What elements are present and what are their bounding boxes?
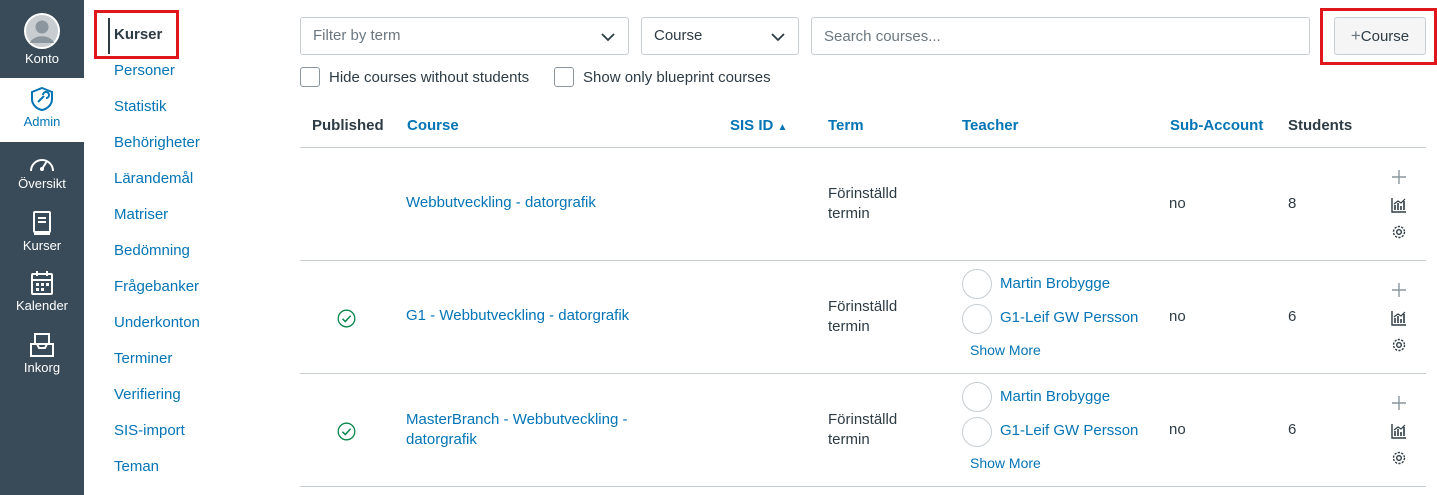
user-avatar-icon <box>24 13 60 49</box>
col-header-course[interactable]: Course <box>407 117 459 134</box>
statistics-icon[interactable] <box>1390 309 1408 327</box>
row-divider <box>300 486 1426 487</box>
show-more-link[interactable]: Show More <box>970 342 1041 358</box>
admin-shield-icon <box>31 86 53 112</box>
col-header-published: Published <box>312 117 384 134</box>
sub-nav-question-banks[interactable]: Frågebanker <box>114 278 199 295</box>
global-nav-dashboard[interactable]: Översikt <box>0 148 84 206</box>
global-nav-courses[interactable]: Kurser <box>0 208 84 266</box>
subaccount-cell: no <box>1169 421 1186 438</box>
teacher-link[interactable]: G1-Leif GW Persson <box>1000 422 1138 439</box>
sub-nav-themes[interactable]: Teman <box>114 458 159 475</box>
sub-nav-people[interactable]: Personer <box>114 62 175 79</box>
avatar[interactable] <box>962 304 992 334</box>
inbox-icon <box>30 333 54 357</box>
students-cell: 6 <box>1288 421 1297 438</box>
sort-ascending-icon: ▲ <box>777 122 788 133</box>
global-nav-label: Kurser <box>22 238 62 253</box>
global-nav-inbox[interactable]: Inkorg <box>0 330 84 390</box>
sub-nav-sis-import[interactable]: SIS-import <box>114 422 185 439</box>
sub-nav-rubrics[interactable]: Matriser <box>114 206 168 223</box>
sub-nav-courses[interactable]: Kurser <box>114 26 162 43</box>
settings-gear-icon[interactable] <box>1390 449 1408 467</box>
settings-gear-icon[interactable] <box>1390 336 1408 354</box>
courses-book-icon <box>33 211 51 235</box>
term-cell: Förinställd termin <box>828 185 898 222</box>
teacher-link[interactable]: G1-Leif GW Persson <box>1000 309 1138 326</box>
term-filter-select[interactable]: Filter by term <box>300 17 629 55</box>
course-link[interactable]: MasterBranch - Webbutveckling - datorgra… <box>406 410 666 450</box>
statistics-icon[interactable] <box>1390 196 1408 214</box>
blueprint-only-checkbox[interactable]: Show only blueprint courses <box>554 66 771 88</box>
col-header-students: Students <box>1288 117 1353 134</box>
add-user-icon[interactable] <box>1390 168 1408 186</box>
term-cell: Förinställd termin <box>828 411 898 448</box>
sis-id-label: SIS ID <box>730 117 774 134</box>
global-nav-label: Översikt <box>18 176 66 191</box>
avatar[interactable] <box>962 417 992 447</box>
col-header-sis-id[interactable]: SIS ID ▲ <box>730 117 787 134</box>
col-header-term[interactable]: Term <box>828 117 864 134</box>
subaccount-cell: no <box>1169 308 1186 325</box>
add-user-icon[interactable] <box>1390 394 1408 412</box>
course-link[interactable]: Webbutveckling - datorgrafik <box>406 194 596 211</box>
global-nav-account[interactable]: Konto <box>0 0 84 78</box>
sub-nav-grading[interactable]: Bedömning <box>114 242 190 259</box>
add-course-button[interactable]: +Course <box>1334 17 1426 55</box>
active-indicator <box>108 18 110 54</box>
avatar[interactable] <box>962 382 992 412</box>
blueprint-only-label: Show only blueprint courses <box>583 68 771 86</box>
header-divider <box>300 147 1426 148</box>
sub-nav-terms[interactable]: Terminer <box>114 350 172 367</box>
hide-without-students-label: Hide courses without students <box>329 68 530 86</box>
students-cell: 6 <box>1288 308 1297 325</box>
hide-without-students-checkbox[interactable]: Hide courses without students <box>300 66 529 88</box>
published-check-icon <box>337 309 356 328</box>
show-more-link[interactable]: Show More <box>970 455 1041 471</box>
global-nav-calendar[interactable]: Kalender <box>0 268 84 328</box>
course-link[interactable]: G1 - Webbutveckling - datorgrafik <box>406 307 629 324</box>
sub-nav-outcomes[interactable]: Lärandemål <box>114 170 193 187</box>
global-nav-admin[interactable]: Admin <box>0 78 84 142</box>
teacher-link[interactable]: Martin Brobygge <box>1000 388 1110 405</box>
settings-gear-icon[interactable] <box>1390 223 1408 241</box>
row-divider <box>300 373 1426 374</box>
search-type-select[interactable]: Course <box>641 17 799 55</box>
checkbox-box[interactable] <box>554 67 574 87</box>
calendar-icon <box>31 271 53 295</box>
sub-nav-permissions[interactable]: Behörigheter <box>114 134 200 151</box>
checkbox-box[interactable] <box>300 67 320 87</box>
plus-icon: + <box>1350 26 1361 45</box>
search-type-value: Course <box>654 27 703 44</box>
term-cell: Förinställd termin <box>828 298 898 335</box>
global-nav-label: Inkorg <box>23 360 61 375</box>
chevron-down-icon <box>601 33 615 42</box>
sub-nav-sub-accounts[interactable]: Underkonton <box>114 314 200 331</box>
statistics-icon[interactable] <box>1390 422 1408 440</box>
published-check-icon <box>337 422 356 441</box>
teacher-link[interactable]: Martin Brobygge <box>1000 275 1110 292</box>
students-cell: 8 <box>1288 195 1297 212</box>
col-header-subaccount[interactable]: Sub-Account <box>1170 117 1263 134</box>
term-filter-placeholder: Filter by term <box>313 27 401 44</box>
add-user-icon[interactable] <box>1390 281 1408 299</box>
global-nav-label: Konto <box>25 51 59 66</box>
global-nav-label: Admin <box>23 114 61 129</box>
add-course-label: Course <box>1360 28 1410 45</box>
sub-nav-authentication[interactable]: Verifiering <box>114 386 181 403</box>
subaccount-cell: no <box>1169 195 1186 212</box>
sub-nav-statistics[interactable]: Statistik <box>114 98 167 115</box>
global-nav: Konto Admin Översikt Kurser Kalender Ink… <box>0 0 84 495</box>
global-nav-label: Kalender <box>15 298 69 313</box>
col-header-teacher[interactable]: Teacher <box>962 117 1018 134</box>
dashboard-icon <box>30 159 54 172</box>
course-search-input[interactable] <box>811 17 1310 55</box>
avatar[interactable] <box>962 269 992 299</box>
row-divider <box>300 260 1426 261</box>
chevron-down-icon <box>771 33 785 42</box>
